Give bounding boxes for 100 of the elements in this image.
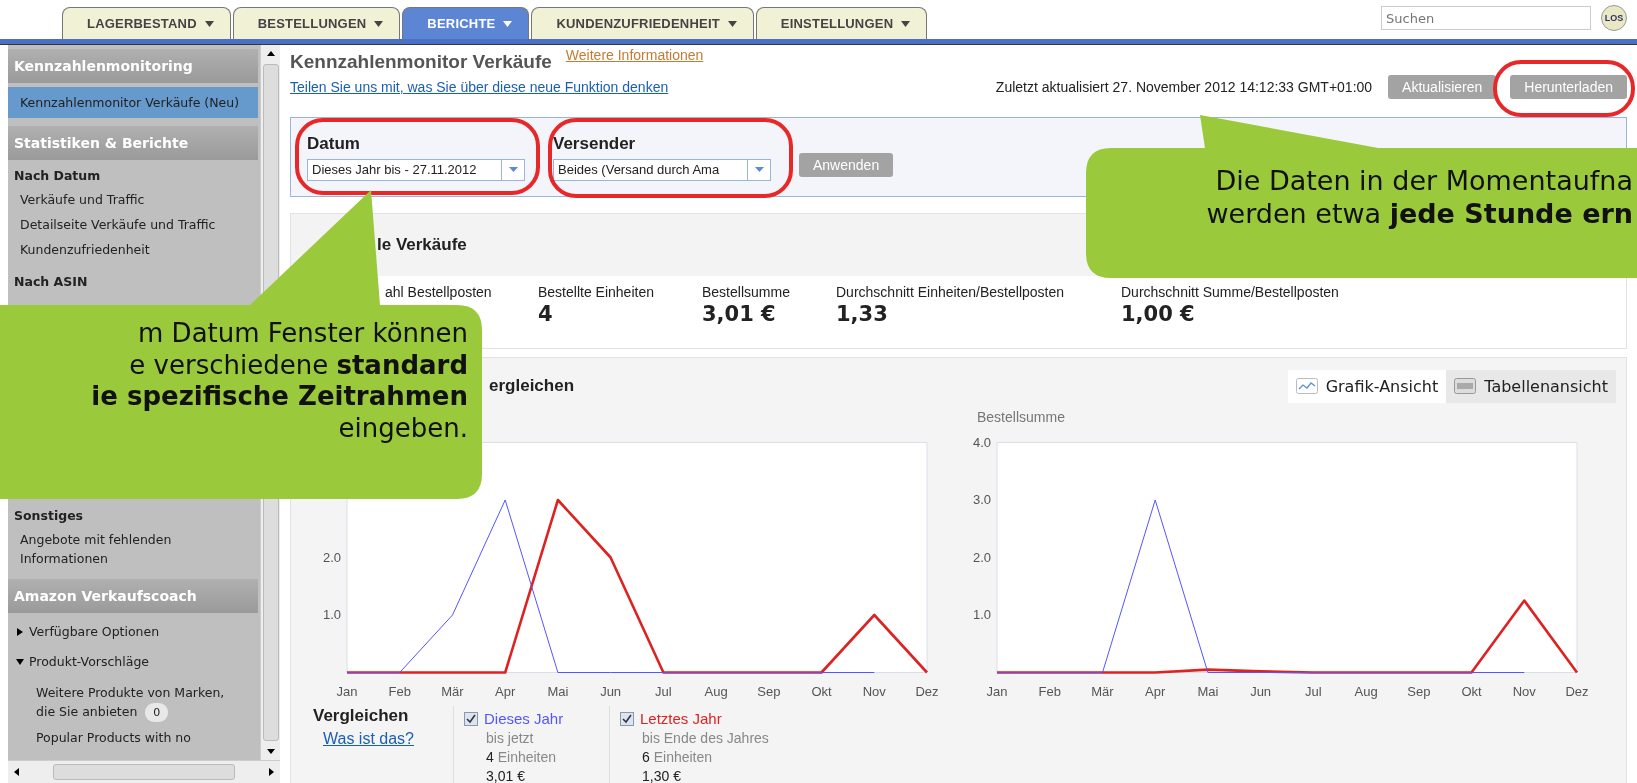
axis-tick-label: 2.0	[322, 549, 341, 565]
checkbox[interactable]	[464, 711, 478, 726]
sidebar-item[interactable]: Detailseite Verkäufe und Traffic	[8, 212, 258, 237]
search-field[interactable]: Suchen	[1381, 6, 1591, 30]
caret-icon	[204, 20, 214, 27]
filter-label: Versender	[553, 133, 637, 154]
axis-tick-label: Jan	[986, 684, 1008, 699]
axis-tick-label: 4.0	[972, 434, 991, 450]
axis-tick-label: Jun	[1250, 684, 1272, 699]
axis-tick-label: Sep	[1407, 684, 1431, 699]
unit-count: 4	[486, 749, 494, 765]
period-note: bis Ende des Jahres	[641, 730, 770, 746]
axis-tick-label: Nov	[862, 684, 886, 699]
sidebar-item[interactable]: Popular Products with no	[8, 722, 258, 747]
metric-label: Bestellte Einheiten	[538, 284, 655, 300]
axis-tick-label: Sep	[757, 684, 781, 699]
nav-tab[interactable]: BERICHTE	[402, 7, 530, 39]
caret-icon	[503, 20, 513, 27]
help-link[interactable]: Was ist das?	[323, 730, 414, 748]
sum-value: 1,30 €	[641, 768, 682, 783]
count-badge: 0	[145, 703, 169, 722]
metric-label: Durchschnitt Einheiten/Bestellposten	[836, 284, 1066, 300]
axis-tick-label: Okt	[1461, 684, 1482, 699]
callout-text: m Datum Fenster können e verschiedene standard ie spezifische Zeitrahmen eingeben.	[90, 318, 468, 445]
filter-label: Datum	[307, 133, 361, 154]
caret-icon	[754, 167, 764, 172]
caret-icon	[901, 20, 911, 27]
axis-tick-label: Dez	[915, 684, 939, 699]
series-name: Letztes Jahr	[640, 710, 722, 727]
unit-count: 6	[642, 749, 650, 765]
axis-tick-label: Nov	[1512, 684, 1536, 699]
legend-title: Vergleichen	[313, 706, 410, 726]
nav-tab[interactable]: LAGERBESTAND	[62, 7, 231, 39]
axis-tick-label: 2.0	[972, 549, 991, 565]
down-arrow-icon[interactable]	[266, 749, 275, 754]
metric-value: 3,01 €	[702, 302, 777, 326]
nav-tab[interactable]: EINSTELLUNGEN	[755, 7, 928, 39]
axis-tick-label: Dez	[1565, 684, 1589, 699]
axis-tick-label: 1.0	[972, 607, 991, 622]
right-arrow-icon[interactable]	[269, 768, 274, 776]
sidebar-heading: Statistiken & Berichte	[8, 126, 258, 160]
sum-value: 3,01 €	[485, 768, 526, 783]
checkbox[interactable]	[620, 711, 634, 726]
up-arrow-icon[interactable]	[266, 51, 275, 56]
callout-text: Die Daten in der Momentaufna werden etwa jede Stunde ern	[1205, 165, 1633, 231]
sidebar-expander[interactable]: Verfügbare Optionen	[8, 617, 258, 647]
axis-tick-label: Mai	[547, 684, 569, 699]
metric-label: Bestellsumme	[702, 284, 791, 300]
triangle-icon	[16, 628, 24, 636]
axis-tick-label: Apr	[495, 684, 516, 699]
axis-tick-label: Mär	[441, 684, 464, 699]
section-title: ergleichen	[489, 376, 575, 396]
dropdown[interactable]: Dieses Jahr bis - 27.11.2012	[307, 158, 525, 181]
axis-label: Bestellsumme	[977, 409, 1065, 425]
keyboard-icon	[1454, 378, 1477, 394]
metric-value: 1,33	[836, 302, 889, 326]
section-title: le Verkäufe	[377, 235, 467, 255]
line-chart-icon	[1295, 378, 1318, 394]
metric-label: ahl Bestellposten	[385, 284, 493, 300]
axis-tick-label: Feb	[388, 684, 411, 699]
sidebar-item[interactable]: Weitere Produkte von Marken, die Sie anbieten 0	[8, 677, 258, 722]
sidebar-item[interactable]: Kennzahlenmonitor Verkäufe (Neu)	[8, 87, 258, 118]
axis-tick-label: Apr	[1145, 684, 1166, 699]
axis-tick-label: Feb	[1038, 684, 1061, 699]
sidebar-item[interactable]: Verkäufe und Traffic	[8, 187, 258, 212]
sidebar-item[interactable]: Kundenzufriedenheit	[8, 237, 258, 262]
left-arrow-icon[interactable]	[14, 768, 19, 776]
sidebar-heading: Amazon Verkaufscoach	[8, 579, 258, 613]
sidebar-subheading: Nach Datum	[13, 167, 102, 185]
feedback-link[interactable]: Teilen Sie uns mit, was Sie über diese neue Funktion denken	[290, 79, 669, 95]
axis-tick-label: Okt	[811, 684, 832, 699]
search-button[interactable]: LOS	[1601, 5, 1627, 31]
axis-tick-label: Mär	[1091, 684, 1114, 699]
axis-tick-label: Aug	[1354, 684, 1378, 699]
axis-tick-label: Jul	[655, 684, 672, 699]
series-name: Dieses Jahr	[484, 710, 564, 727]
unit-label: Einheiten	[653, 749, 713, 765]
dropdown[interactable]: Beides (Versand durch Ama	[553, 158, 771, 181]
axis-tick-label: 3.0	[972, 492, 991, 507]
view-toggle[interactable]: Grafik-Ansicht	[1287, 369, 1447, 403]
nav-tab[interactable]: BESTELLUNGEN	[232, 7, 401, 39]
period-note: bis jetzt	[485, 730, 535, 746]
metric-value: 4	[538, 302, 554, 326]
sidebar-item[interactable]: Angebote mit fehlenden Informationen	[8, 527, 258, 571]
triangle-icon	[16, 658, 24, 666]
view-toggle[interactable]: Tabellenansicht	[1446, 369, 1616, 403]
metric-value: 1,00 €	[1121, 302, 1196, 326]
sidebar-subheading: Nach ASIN	[13, 273, 89, 291]
unit-label: Einheiten	[497, 749, 557, 765]
sidebar-subheading: Sonstiges	[13, 507, 85, 525]
nav-tab[interactable]: KUNDENZUFRIEDENHEIT	[531, 7, 754, 39]
caret-icon	[727, 20, 737, 27]
axis-tick-label: Aug	[704, 684, 728, 699]
sidebar-expander[interactable]: Produkt-Vorschläge	[8, 647, 258, 677]
sidebar-heading: Kennzahlenmonitoring	[8, 49, 258, 83]
page-title: Kennzahlenmonitor Verkäufe	[290, 51, 552, 73]
horizontal-scrollbar[interactable]	[8, 760, 280, 783]
axis-tick-label: Jun	[600, 684, 622, 699]
axis-tick-label: Jan	[336, 684, 358, 699]
last-updated-text: Zuletzt aktualisiert 27. November 2012 14:12:33 GMT+01:00	[995, 79, 1373, 95]
